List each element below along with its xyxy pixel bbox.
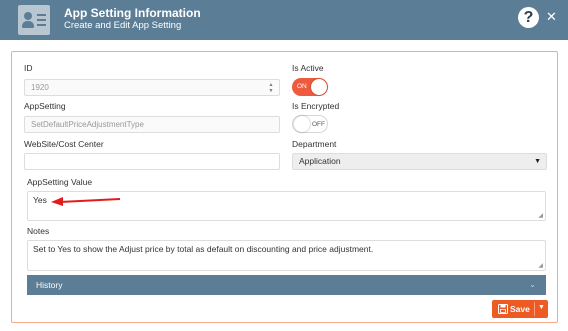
annotation-arrow-icon [51,197,121,206]
website-cost-center-label: WebSite/Cost Center [24,139,104,149]
caret-down-icon: ▼ [534,158,541,165]
app-setting-value-label: AppSetting Value [27,177,93,187]
save-label: Save [510,304,530,314]
modal-subtitle: Create and Edit App Setting [64,20,182,31]
is-active-toggle[interactable]: ON [292,78,328,96]
department-select[interactable]: Application ▼ [292,153,547,170]
floppy-disk-icon [498,304,508,314]
resize-grip-icon[interactable]: ◢ [538,213,543,219]
is-encrypted-label: Is Encrypted [292,101,340,111]
department-selected-value: Application [299,156,341,166]
app-setting-field[interactable]: SetDefaultPriceAdjustmentType [24,116,280,133]
save-button[interactable]: Save ▼ [492,300,548,318]
notes-textarea[interactable]: Set to Yes to show the Adjust price by t… [27,240,546,271]
website-cost-center-field[interactable] [24,153,280,170]
notes-label: Notes [27,226,50,236]
history-title: History [36,280,63,290]
resize-grip-icon[interactable]: ◢ [538,263,543,269]
toggle-state-text: ON [297,83,307,90]
app-setting-value-text: Yes [33,195,47,205]
app-setting-value: SetDefaultPriceAdjustmentType [31,120,144,129]
spinner-icon[interactable]: ▲ ▼ [268,82,274,94]
is-encrypted-toggle[interactable]: OFF [292,115,328,133]
department-label: Department [292,139,337,149]
app-setting-label: AppSetting [24,101,66,111]
close-icon: ✕ [546,9,557,24]
notes-text: Set to Yes to show the Adjust price by t… [33,244,374,254]
id-label: ID [24,63,33,73]
history-accordion[interactable]: History ⌄ [27,275,546,295]
modal-title: App Setting Information [64,6,201,20]
button-divider [534,302,535,316]
id-value: 1920 [31,83,49,92]
is-active-label: Is Active [292,63,324,73]
id-field[interactable]: 1920 ▲ ▼ [24,79,280,96]
modal-header: App Setting Information Create and Edit … [0,0,568,40]
chevron-down-icon: ⌄ [529,280,536,289]
close-button[interactable]: ✕ [546,9,557,25]
help-button[interactable]: ? [518,7,539,28]
toggle-knob [311,79,327,95]
toggle-knob [294,116,310,132]
caret-down-icon[interactable]: ▼ [538,304,545,311]
id-card-icon [18,5,50,35]
question-circle-icon: ? [523,9,534,26]
toggle-state-text: OFF [312,121,325,128]
